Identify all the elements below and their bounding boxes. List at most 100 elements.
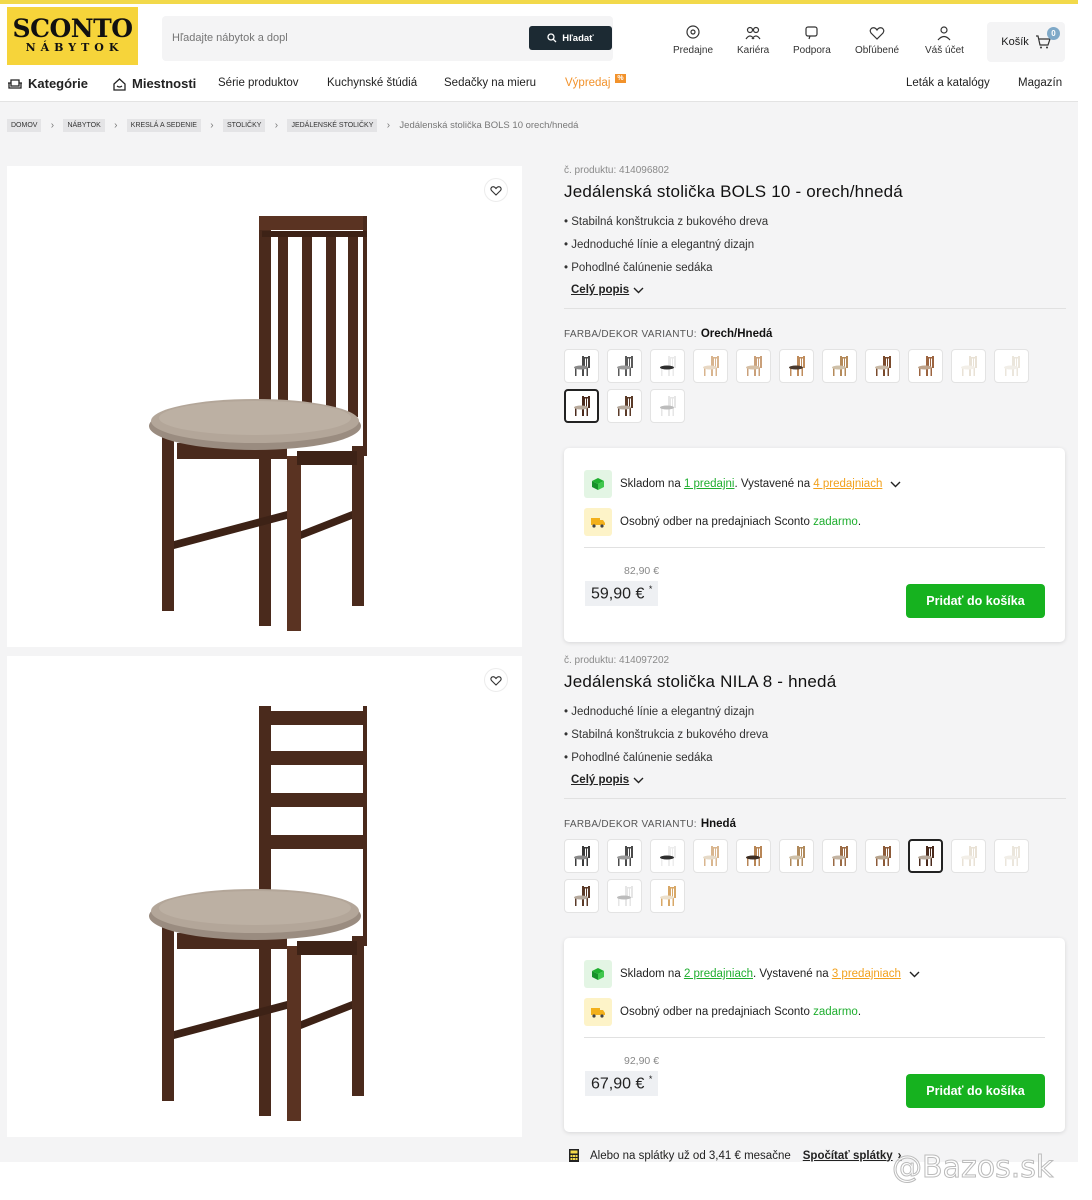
chevron-down-icon [633,777,644,783]
variant-swatch[interactable] [779,349,814,383]
chair-thumbnail-icon [831,356,848,376]
price-footnote-mark: * [648,1074,653,1084]
chair-thumbnail-icon [659,356,676,376]
search-button[interactable]: Hľadať [529,26,612,50]
variant-swatch[interactable] [908,839,943,873]
breadcrumb-home[interactable]: DOMOV [7,118,42,132]
nav-leaflet[interactable]: Leták a katalógy [906,77,990,89]
stock-stores-link[interactable]: 2 predajniach [684,968,753,980]
breadcrumb-seating[interactable]: KRESLÁ A SEDENIE [126,118,201,132]
variant-swatch[interactable] [650,349,685,383]
breadcrumb-chairs[interactable]: STOLIČKY [222,118,266,132]
variant-swatch[interactable] [693,839,728,873]
header-stores[interactable]: Predajne [673,24,713,56]
nav-sofas[interactable]: Sedačky na mieru [444,77,536,89]
header-account[interactable]: Váš účet [925,24,964,56]
chair-thumbnail-icon [788,356,805,376]
variant-swatch[interactable] [951,839,986,873]
display-stores-link[interactable]: 4 predajniach [813,478,882,490]
add-to-cart-button[interactable]: Pridať do košíka [906,1074,1045,1108]
full-description-label: Celý popis [571,774,630,786]
nav-kitchen-label: Kuchynské štúdiá [327,77,418,89]
variant-swatch[interactable] [822,349,857,383]
variant-value: Orech/Hnedá [700,328,773,340]
search-bar: Hľadať [162,16,613,61]
full-description-link[interactable]: Celý popis [571,284,644,296]
header-support[interactable]: Podpora [793,24,831,56]
chair-thumbnail-icon [573,356,590,376]
variant-swatch[interactable] [779,839,814,873]
full-description-link[interactable]: Celý popis [571,774,644,786]
chair-thumbnail-icon [917,846,934,866]
heart-icon [869,27,885,40]
variant-swatch[interactable] [564,839,599,873]
header-favorites[interactable]: Obľúbené [855,24,899,56]
variant-swatch[interactable] [693,349,728,383]
nav-sale[interactable]: Výpredaj % [565,73,626,89]
breadcrumb-dining-chairs[interactable]: JEDÁLENSKÉ STOLIČKY [287,118,378,132]
pickup-row: Osobný odber na predajniach Sconto zadar… [584,508,861,536]
variant-swatch[interactable] [607,839,642,873]
variant-swatch[interactable] [865,349,900,383]
search-input[interactable] [172,28,512,48]
chevron-down-icon[interactable] [909,971,920,978]
variant-swatch[interactable] [994,349,1029,383]
header-account-label: Váš účet [925,45,964,56]
sconto-logo[interactable]: SCONTO NÁBYTOK [7,7,138,65]
add-to-cart-button[interactable]: Pridať do košíka [906,584,1045,618]
chevron-right-icon: › [210,119,214,131]
chair-thumbnail-icon [702,846,719,866]
chat-icon [805,26,818,40]
product-image-card[interactable] [7,656,522,1137]
display-stores-link[interactable]: 3 predajniach [832,968,901,980]
variant-swatch[interactable] [736,839,771,873]
variant-swatch[interactable] [822,839,857,873]
product-title[interactable]: Jedálenská stolička NILA 8 - hnedá [564,672,1066,692]
location-pin-icon [686,25,700,39]
main-navigation: Kategórie Miestnosti Série produktov Kuc… [0,68,1078,102]
variant-swatch[interactable] [564,389,599,423]
product-image-card[interactable] [7,166,522,647]
variant-swatch[interactable] [865,839,900,873]
variant-swatch[interactable] [994,839,1029,873]
variant-swatch[interactable] [650,389,685,423]
variant-swatch[interactable] [650,879,685,913]
box-icon [584,960,612,988]
user-icon [937,26,951,41]
variant-swatch[interactable] [951,349,986,383]
stock-prefix: Skladom na [620,478,684,490]
display-prefix: . Vystavené na [734,478,814,490]
header-career[interactable]: Kariéra [737,24,769,56]
variant-swatch[interactable] [650,839,685,873]
nav-kitchen[interactable]: Kuchynské štúdiá [327,77,417,89]
chevron-down-icon[interactable] [890,481,901,488]
nav-magazine[interactable]: Magazín [1018,77,1062,89]
stock-stores-link[interactable]: 1 predajni [684,478,735,490]
variant-swatch[interactable] [736,349,771,383]
favorite-button[interactable] [484,178,508,202]
product-code: č. produktu: 414097202 [564,655,670,666]
variant-swatch[interactable] [908,349,943,383]
logo-line-1: SCONTO [12,14,133,43]
variant-swatch[interactable] [564,349,599,383]
chair-thumbnail-icon [573,396,590,416]
calculate-installments-link[interactable]: Spočítať splátky › [803,1150,902,1162]
nav-categories[interactable]: Kategórie [7,76,88,91]
header-support-label: Podpora [793,45,831,56]
product-title[interactable]: Jedálenská stolička BOLS 10 - orech/hned… [564,182,1066,202]
variant-swatch[interactable] [607,389,642,423]
breadcrumb-furniture[interactable]: NÁBYTOK [63,118,105,132]
nav-rooms[interactable]: Miestnosti [112,76,196,91]
chair-thumbnail-icon [960,846,977,866]
heart-icon [490,185,502,196]
variant-swatch[interactable] [564,879,599,913]
favorite-button[interactable] [484,668,508,692]
variant-swatch[interactable] [607,879,642,913]
sale-percent-badge: % [615,73,626,83]
stock-row: Skladom na 1 predajni. Vystavené na 4 pr… [584,470,901,498]
header-favorites-label: Obľúbené [855,45,900,56]
cart-button[interactable]: Košík 0 [987,22,1065,62]
nav-sofas-label: Sedačky na mieru [444,77,537,89]
variant-swatch[interactable] [607,349,642,383]
nav-series[interactable]: Série produktov [218,77,299,89]
